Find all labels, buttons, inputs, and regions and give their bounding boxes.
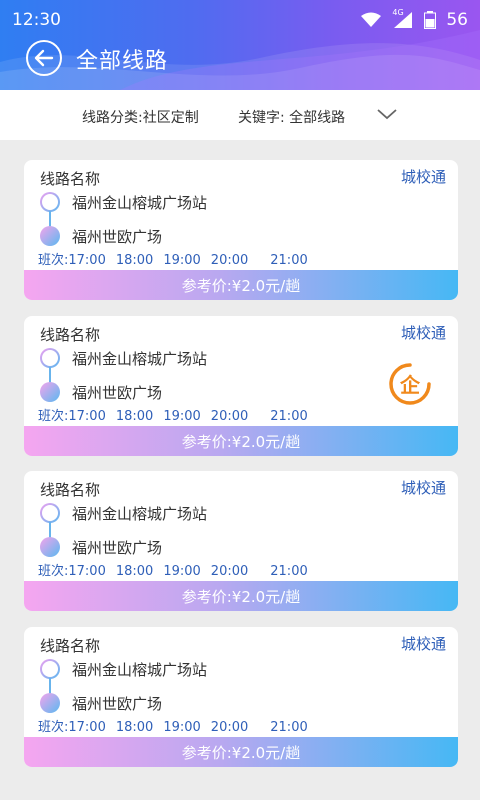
route-badge: 城校通	[400, 324, 446, 342]
route-end-stop: 福州世欧广场	[40, 692, 162, 714]
end-stop-name: 福州世欧广场	[72, 383, 163, 402]
end-stop-name: 福州世欧广场	[72, 694, 163, 713]
header: 12:30 4G 56 全部线路	[0, 0, 480, 90]
start-stop-ring-icon	[40, 192, 60, 212]
start-stop-ring-icon	[40, 659, 60, 679]
status-time: 12:30	[12, 10, 61, 30]
route-end-stop: 福州世欧广场	[40, 536, 162, 558]
schedule: 班次:17:00 18:00 19:00 20:00 21:00	[38, 249, 318, 268]
schedule-time: 19:00	[163, 253, 201, 268]
route-category-filter[interactable]: 线路分类:社区定制	[82, 107, 199, 127]
route-badge: 城校通	[400, 635, 446, 653]
start-stop-name: 福州金山榕城广场站	[72, 660, 208, 679]
schedule-time: 20:00	[210, 409, 249, 424]
schedule-time: 21:00	[270, 720, 308, 735]
schedule-time: 18:00	[115, 564, 154, 579]
enterprise-badge-text: 企	[399, 373, 421, 397]
battery-level: 56	[446, 10, 468, 30]
route-badge: 城校通	[400, 479, 446, 497]
status-icons: 4G 56	[360, 8, 468, 30]
end-stop-dot-icon	[40, 382, 60, 402]
arrow-left-icon	[34, 49, 54, 67]
start-stop-ring-icon	[40, 503, 60, 523]
route-card[interactable]: 线路名称 城校通 福州金山榕城广场站 福州世欧广场 班次:17:00 18:00 1…	[24, 471, 458, 611]
back-button[interactable]	[26, 40, 62, 76]
schedule-first-time: 班次:17:00	[38, 720, 106, 735]
route-name: 线路名称	[40, 170, 101, 188]
route-end-stop: 福州世欧广场	[40, 225, 162, 247]
schedule-first-time: 班次:17:00	[38, 564, 106, 579]
schedule-time: 18:00	[115, 720, 154, 735]
start-stop-name: 福州金山榕城广场站	[72, 349, 208, 368]
schedule-first-time: 班次:17:00	[38, 409, 106, 424]
schedule-time: 21:00	[270, 564, 308, 579]
schedule-time: 20:00	[210, 720, 249, 735]
route-start-stop: 福州金山榕城广场站	[40, 191, 207, 213]
schedule-time: 20:00	[210, 253, 249, 268]
chevron-down-icon[interactable]	[376, 107, 398, 121]
route-start-stop: 福州金山榕城广场站	[40, 502, 207, 524]
route-end-stop: 福州世欧广场	[40, 381, 162, 403]
network-type: 4G	[392, 8, 404, 17]
end-stop-name: 福州世欧广场	[72, 227, 163, 246]
schedule-time: 21:00	[270, 409, 308, 424]
price-bar: 参考价:¥2.0元/趟	[24, 426, 458, 456]
battery-icon	[424, 11, 437, 29]
schedule-first-time: 班次:17:00	[38, 253, 106, 268]
price-bar: 参考价:¥2.0元/趟	[24, 737, 458, 767]
route-card[interactable]: 线路名称 城校通 福州金山榕城广场站 福州世欧广场 班次:17:00 18:00 1…	[24, 160, 458, 300]
schedule: 班次:17:00 18:00 19:00 20:00 21:00	[38, 716, 318, 735]
end-stop-dot-icon	[40, 226, 60, 246]
filter-bar: 线路分类:社区定制 关键字: 全部线路	[0, 90, 480, 140]
schedule-time: 18:00	[115, 253, 154, 268]
price-bar: 参考价:¥2.0元/趟	[24, 581, 458, 611]
end-stop-dot-icon	[40, 537, 60, 557]
route-start-stop: 福州金山榕城广场站	[40, 658, 207, 680]
route-name: 线路名称	[40, 481, 101, 499]
cellular-signal-icon: 4G	[392, 8, 414, 29]
page-title: 全部线路	[76, 49, 169, 74]
status-bar: 12:30 4G 56	[0, 0, 480, 40]
route-name: 线路名称	[40, 637, 101, 655]
wifi-icon	[361, 12, 382, 27]
price-bar: 参考价:¥2.0元/趟	[24, 270, 458, 300]
schedule-time: 19:00	[163, 564, 201, 579]
route-start-stop: 福州金山榕城广场站	[40, 347, 207, 369]
schedule-time: 19:00	[163, 720, 201, 735]
route-card[interactable]: 线路名称 城校通 福州金山榕城广场站 福州世欧广场 班次:17:00 18:00 1…	[24, 627, 458, 767]
route-badge: 城校通	[400, 168, 446, 186]
route-name: 线路名称	[40, 326, 101, 344]
keyword-filter[interactable]: 关键字: 全部线路	[238, 107, 345, 127]
start-stop-ring-icon	[40, 348, 60, 368]
enterprise-badge-icon: 企	[388, 362, 432, 406]
schedule-time: 18:00	[115, 409, 154, 424]
end-stop-name: 福州世欧广场	[72, 538, 163, 557]
route-card[interactable]: 线路名称 城校通 福州金山榕城广场站 福州世欧广场 班次:17:00 18:00 1…	[24, 316, 458, 456]
schedule-time: 21:00	[270, 253, 308, 268]
end-stop-dot-icon	[40, 693, 60, 713]
start-stop-name: 福州金山榕城广场站	[72, 504, 208, 523]
schedule: 班次:17:00 18:00 19:00 20:00 21:00	[38, 560, 318, 579]
start-stop-name: 福州金山榕城广场站	[72, 193, 208, 212]
schedule: 班次:17:00 18:00 19:00 20:00 21:00	[38, 405, 318, 424]
schedule-time: 19:00	[163, 409, 201, 424]
schedule-time: 20:00	[210, 564, 249, 579]
